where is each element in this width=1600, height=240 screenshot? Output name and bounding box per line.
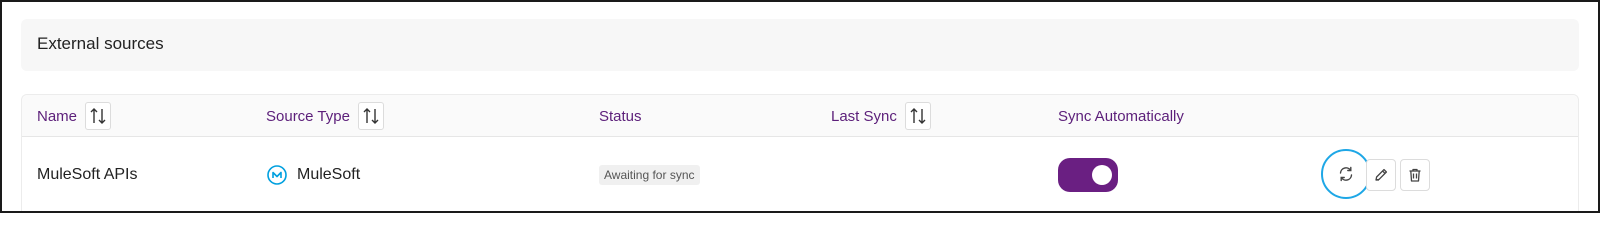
sort-last-sync-button[interactable] [904,102,931,130]
cell-name: MuleSoft APIs [37,138,138,212]
mulesoft-logo-icon [267,165,287,185]
source-type-label: MuleSoft [297,166,361,183]
delete-button[interactable] [1400,159,1430,191]
column-header-status: Status [599,95,642,137]
column-header-label: Sync Automatically [1058,107,1184,125]
section-header: External sources [21,19,1579,71]
sort-icon [910,108,926,124]
edit-button[interactable] [1366,159,1396,191]
cell-status: Awaiting for sync [599,138,700,212]
column-header-name: Name [37,95,112,137]
sync-automatically-toggle[interactable] [1058,158,1118,192]
table-header-row: Name Source Type Status Last Sync Sync A… [22,95,1578,137]
column-header-source-type: Source Type [266,95,384,137]
column-header-last-sync: Last Sync [831,95,931,137]
section-title: External sources [37,34,164,53]
sort-icon [363,108,379,124]
refresh-icon [1339,166,1353,182]
external-sources-table: Name Source Type Status Last Sync Sync A… [21,94,1579,211]
trash-icon [1409,168,1421,182]
sort-source-type-button[interactable] [357,102,384,130]
sync-now-button[interactable] [1321,149,1371,199]
cell-sync-automatically [1058,138,1118,212]
toggle-knob [1092,165,1112,185]
status-badge: Awaiting for sync [599,165,700,185]
sort-icon [90,108,106,124]
sort-name-button[interactable] [85,102,112,130]
cell-source-type: MuleSoft [267,138,360,212]
column-header-label: Status [599,107,642,125]
column-header-label: Name [37,107,78,125]
source-name: MuleSoft APIs [37,166,138,183]
column-header-label: Source Type [266,107,350,125]
column-header-label: Last Sync [831,107,897,125]
pencil-icon [1375,168,1388,181]
table-row: MuleSoft APIs MuleSoft Awaiting for sync [22,138,1578,212]
column-header-sync-automatically: Sync Automatically [1058,95,1184,137]
